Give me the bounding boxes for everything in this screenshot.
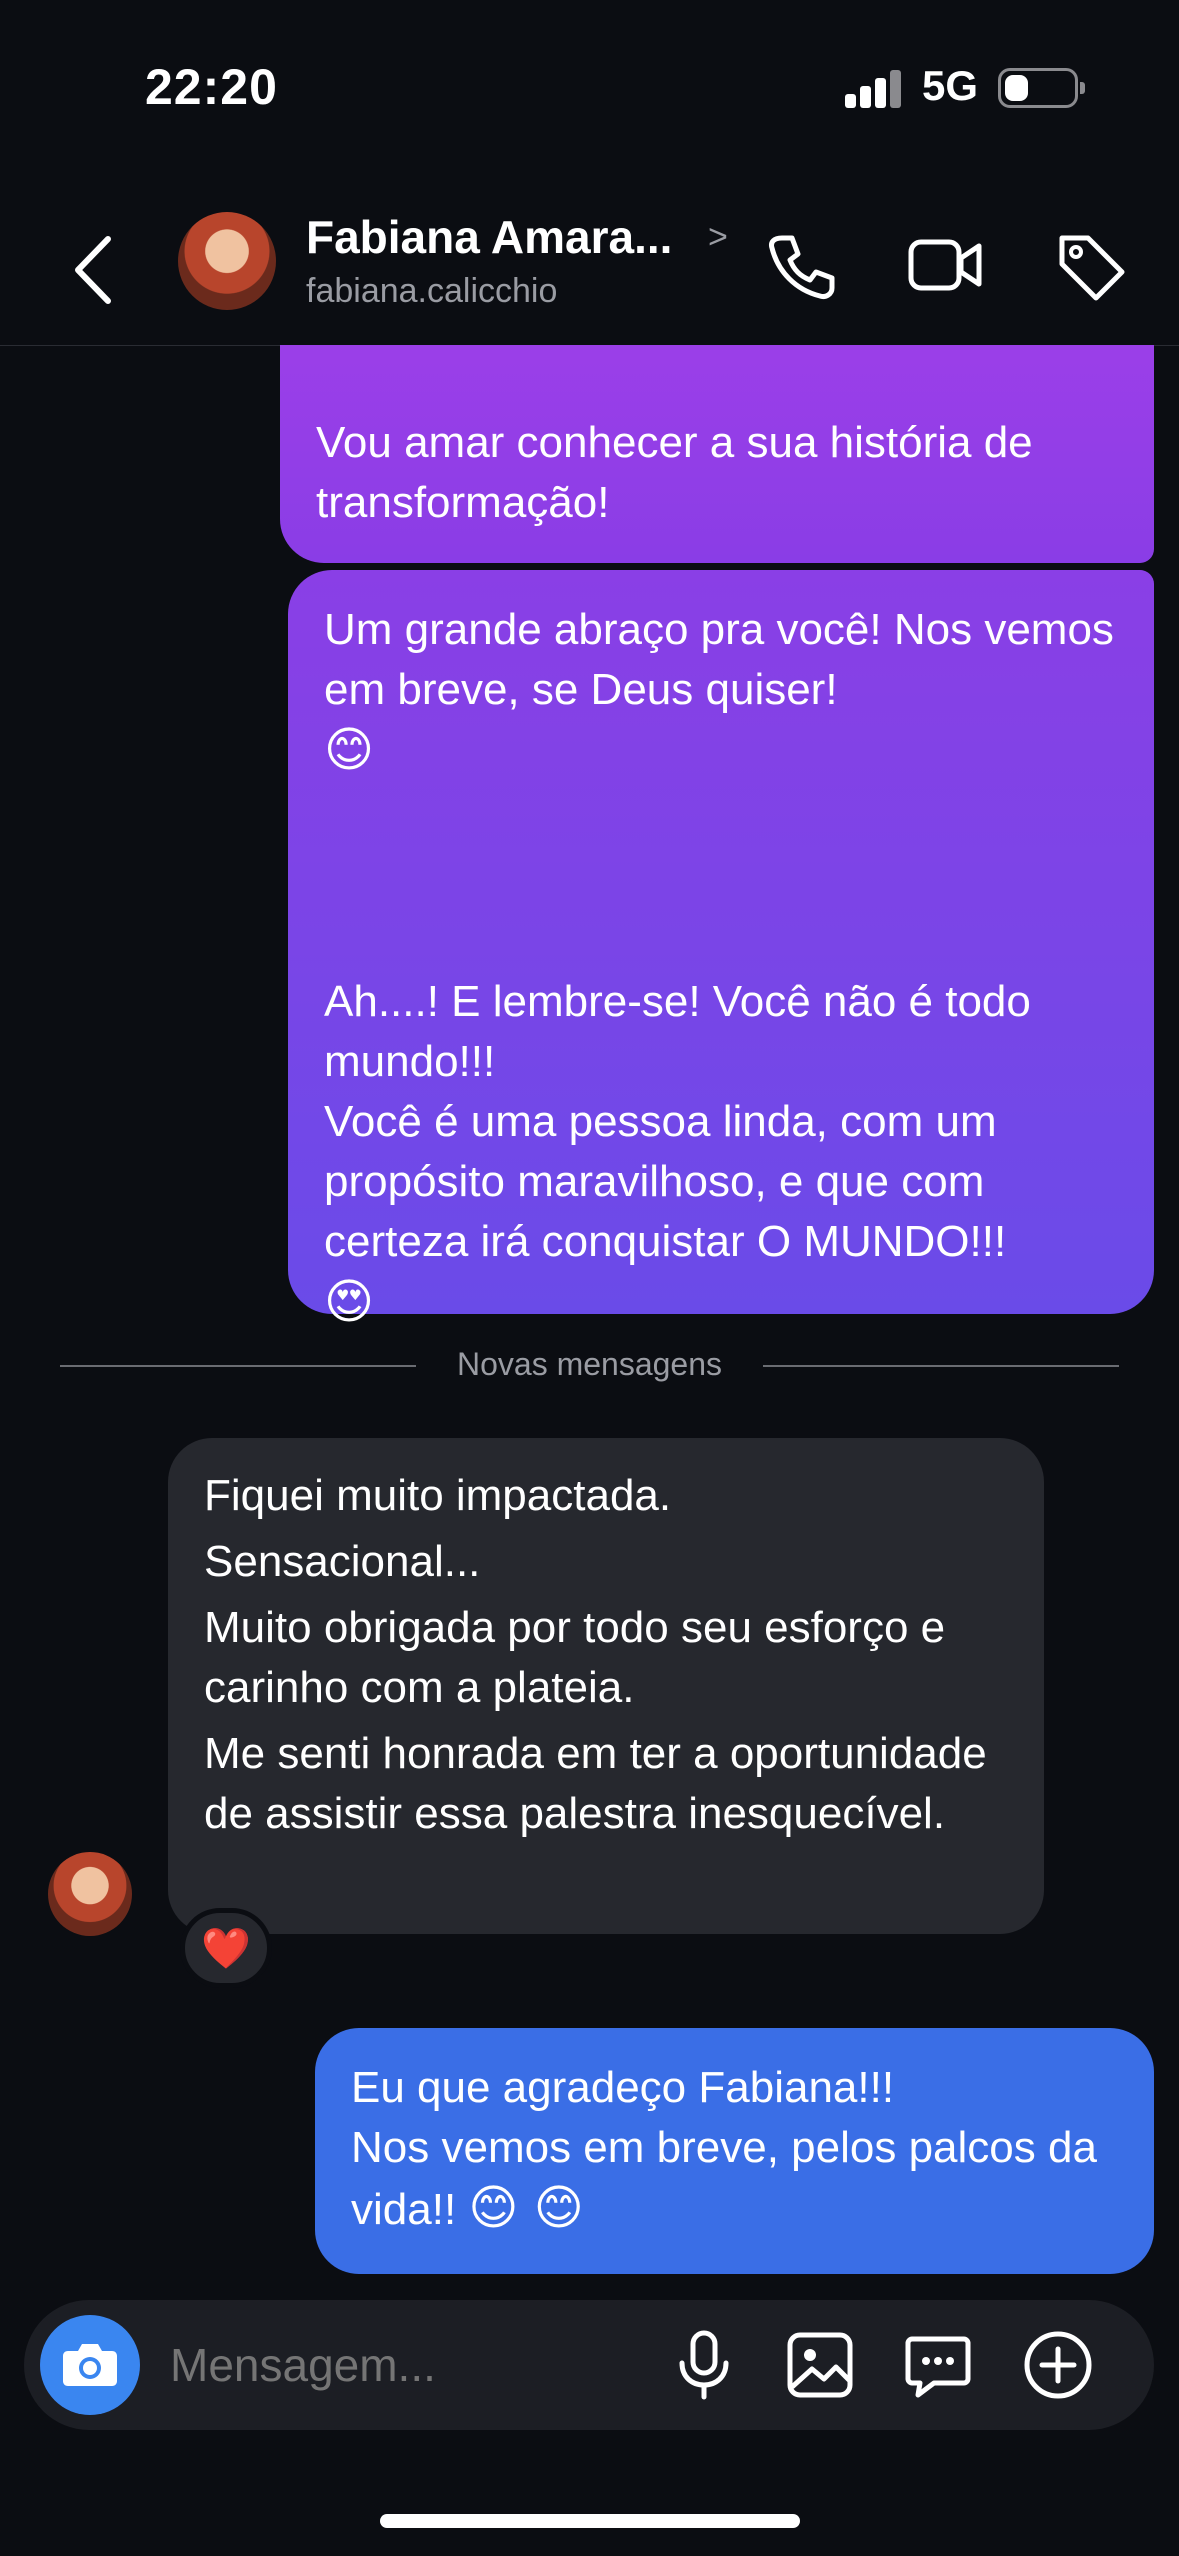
message-text: Nos vemos em breve, pelos palcos da vida… xyxy=(351,2123,1097,2234)
camera-button[interactable] xyxy=(40,2315,140,2415)
sent-message[interactable]: Eu que agradeço Fabiana!!! Nos vemos em … xyxy=(315,2028,1154,2274)
chevron-right-icon[interactable]: > xyxy=(708,218,728,257)
network-label: 5G xyxy=(922,62,979,109)
message-text: Vou amar conhecer a sua história de tran… xyxy=(316,418,1033,527)
tag-icon[interactable] xyxy=(1052,226,1132,306)
avatar[interactable] xyxy=(178,212,276,310)
heart-reaction[interactable]: ❤️ xyxy=(180,1908,272,1988)
back-icon[interactable] xyxy=(60,225,130,315)
battery-icon xyxy=(998,68,1085,108)
smiling-emoji: 😊 😊 xyxy=(468,2180,584,2236)
message-text: Muito obrigada por todo seu esforço e ca… xyxy=(204,1603,946,1712)
smiling-emoji: 😊 xyxy=(324,722,375,778)
new-messages-label: Novas mensagens xyxy=(456,1346,723,1382)
heart-eyes-emoji: 😍 xyxy=(324,1274,375,1330)
chat-header: Fabiana Amara... > fabiana.calicchio xyxy=(0,190,1179,346)
message-text: Me senti honrada em ter a oportunidade d… xyxy=(204,1729,987,1838)
camera-icon xyxy=(63,2344,117,2386)
sender-avatar[interactable] xyxy=(48,1852,132,1936)
contact-name[interactable]: Fabiana Amara... xyxy=(306,210,672,264)
sticker-icon[interactable] xyxy=(898,2325,978,2405)
battery-fill xyxy=(1005,75,1028,101)
plus-icon[interactable] xyxy=(1018,2325,1098,2405)
home-indicator[interactable] xyxy=(380,2514,800,2528)
message-text: Sensacional... xyxy=(204,1537,481,1586)
sent-message[interactable]: Um grande abraço pra você! Nos vemos em … xyxy=(288,570,1154,1330)
phone-icon[interactable] xyxy=(760,226,840,306)
image-icon[interactable] xyxy=(780,2325,860,2405)
heart-icon: ❤️ xyxy=(201,1926,251,1971)
message-text: Um grande abraço pra você! Nos vemos em … xyxy=(324,605,1114,714)
message-text: Você é uma pessoa linda, com um propósit… xyxy=(324,1097,1007,1266)
sent-message[interactable]: Vou amar conhecer a sua história de tran… xyxy=(280,345,1154,563)
received-message[interactable]: Fiquei muito impactada. Sensacional... M… xyxy=(168,1438,1044,1934)
message-text: Eu que agradeço Fabiana!!! xyxy=(351,2063,895,2112)
message-text: Ah....! E lembre-se! Você não é todo mun… xyxy=(324,977,1031,1086)
contact-handle[interactable]: fabiana.calicchio xyxy=(306,272,557,311)
message-composer xyxy=(24,2300,1154,2430)
status-time: 22:20 xyxy=(145,59,278,115)
signal-icon xyxy=(845,68,905,108)
message-text: Fiquei muito impactada. xyxy=(204,1471,672,1520)
video-icon[interactable] xyxy=(905,226,985,306)
microphone-icon[interactable] xyxy=(664,2325,744,2405)
message-input[interactable] xyxy=(170,2338,650,2392)
